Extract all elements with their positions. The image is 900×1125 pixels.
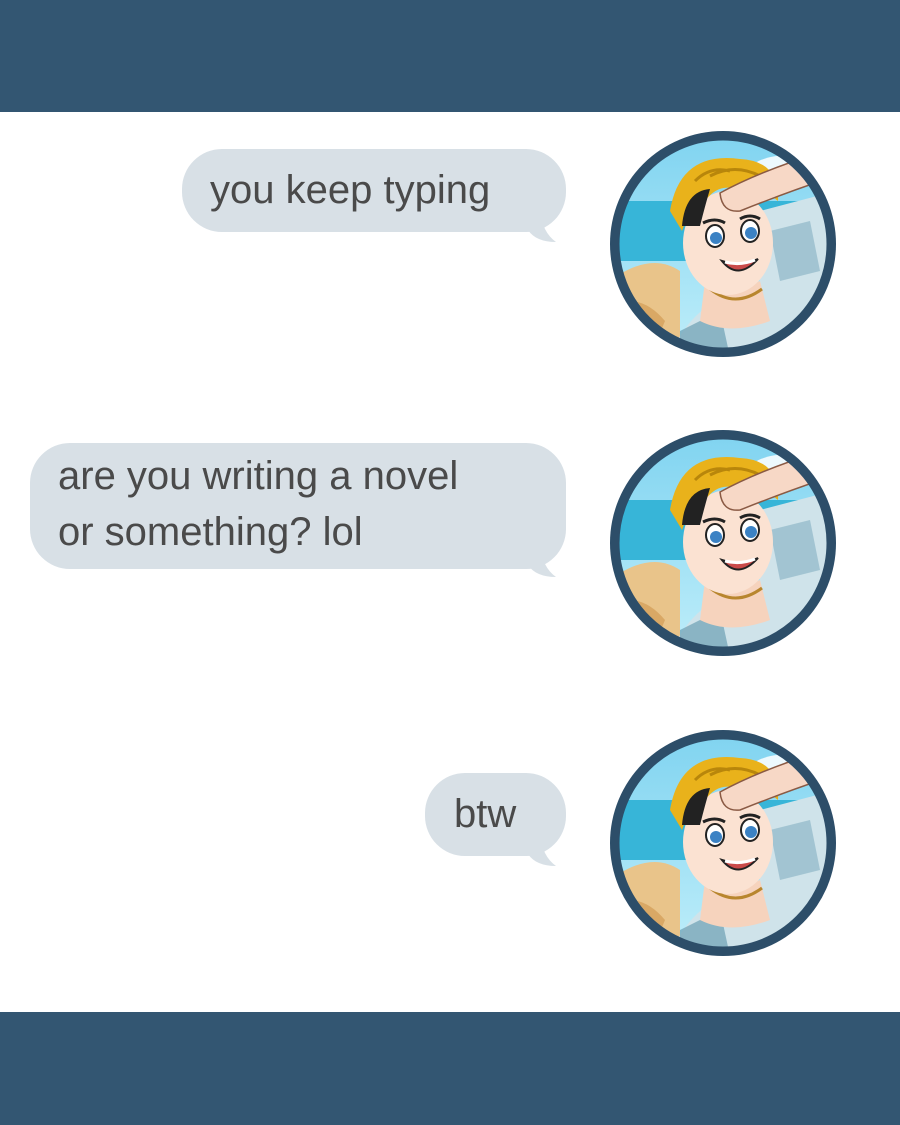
avatar-anime-boy-saluting-icon[interactable] [610,730,836,956]
bubble-tail [528,545,556,577]
avatar-anime-boy-saluting-icon[interactable] [610,131,836,357]
message-text: you keep typing [210,168,491,212]
header-bar [0,0,900,112]
bubble-tail [528,210,556,242]
message-text: btw [454,792,517,836]
message-bubble[interactable]: are you writing a novel or something? lo… [30,443,566,569]
message-bubble[interactable]: you keep typing [182,149,566,232]
footer-bar [0,1012,900,1125]
bubble-tail [528,834,556,866]
avatar-anime-boy-saluting-icon[interactable] [610,430,836,656]
message-text: are you writing a novel or something? lo… [58,454,459,554]
